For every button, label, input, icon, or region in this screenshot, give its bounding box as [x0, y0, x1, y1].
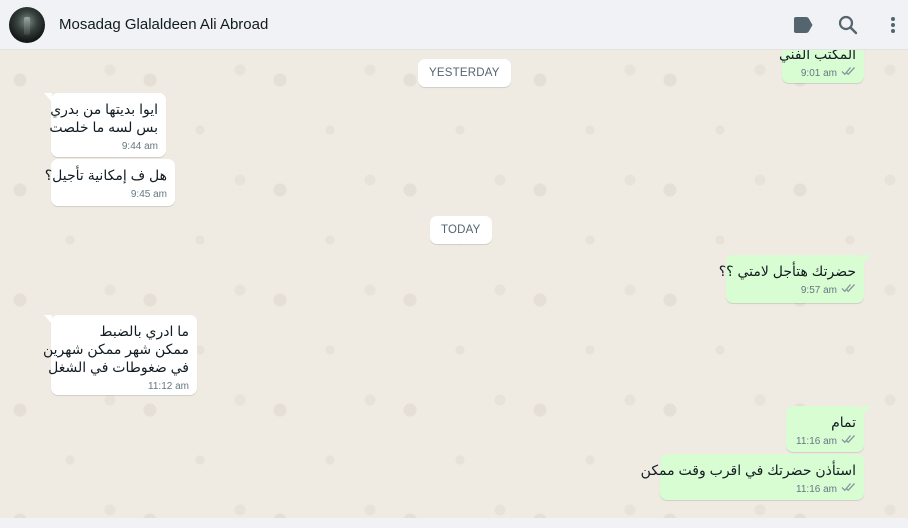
contact-name[interactable]: Mosadag Glalaldeen Ali Abroad: [59, 16, 268, 33]
double-check-icon: [841, 433, 856, 451]
message-text: في ضغوطات في الشغل: [48, 359, 189, 375]
search-icon[interactable]: [836, 13, 860, 37]
message-text: المكتب الفني: [779, 50, 856, 62]
message-incoming[interactable]: ايوا بديتها من بدري بس لسه ما خلصت 9:44 …: [44, 93, 166, 157]
message-outgoing[interactable]: المكتب الفني 9:01 am: [779, 50, 864, 83]
message-text: تمام: [831, 414, 856, 430]
message-time: 11:12 am: [148, 381, 189, 392]
message-time: 9:45 am: [130, 189, 167, 200]
date-divider-yesterday: YESTERDAY: [418, 59, 511, 87]
message-text: استأذن حضرتك في اقرب وقت ممكن: [640, 462, 856, 478]
message-time: 11:16 am: [796, 436, 837, 447]
message-text: هل ف إمكانية تأجيل؟: [44, 167, 167, 183]
message-outgoing[interactable]: استأذن حضرتك في اقرب وقت ممكن 11:16 am: [640, 454, 864, 500]
message-incoming[interactable]: هل ف إمكانية تأجيل؟ 9:45 am: [44, 159, 175, 206]
double-check-icon: [841, 481, 856, 499]
message-time: 9:44 am: [121, 141, 158, 152]
message-time: 11:16 am: [796, 484, 837, 495]
message-list[interactable]: المكتب الفني 9:01 am YESTERDAY ايوا بديت…: [0, 50, 908, 518]
message-outgoing[interactable]: حضرتك هتأجل لامتي ؟؟ 9:57 am: [718, 255, 871, 303]
message-text: بس لسه ما خلصت: [49, 119, 158, 135]
chat-header: Mosadag Glalaldeen Ali Abroad: [0, 0, 908, 50]
message-outgoing[interactable]: تمام 11:16 am: [786, 406, 871, 452]
message-incoming[interactable]: ما ادري بالضبط ممكن شهر ممكن شهرين في ضغ…: [42, 315, 197, 395]
double-check-icon: [841, 282, 856, 300]
message-text: ممكن شهر ممكن شهرين: [42, 341, 189, 357]
label-icon[interactable]: [791, 13, 815, 37]
footer-strip: [0, 518, 908, 528]
more-options-icon[interactable]: [881, 13, 905, 37]
double-check-icon: [841, 65, 856, 83]
message-text: ما ادري بالضبط: [99, 323, 189, 339]
message-text: حضرتك هتأجل لامتي ؟؟: [718, 263, 856, 279]
message-time: 9:57 am: [800, 285, 837, 296]
message-text: ايوا بديتها من بدري: [50, 101, 158, 117]
avatar[interactable]: [9, 7, 45, 43]
message-time: 9:01 am: [800, 68, 837, 79]
date-divider-today: TODAY: [430, 216, 492, 244]
